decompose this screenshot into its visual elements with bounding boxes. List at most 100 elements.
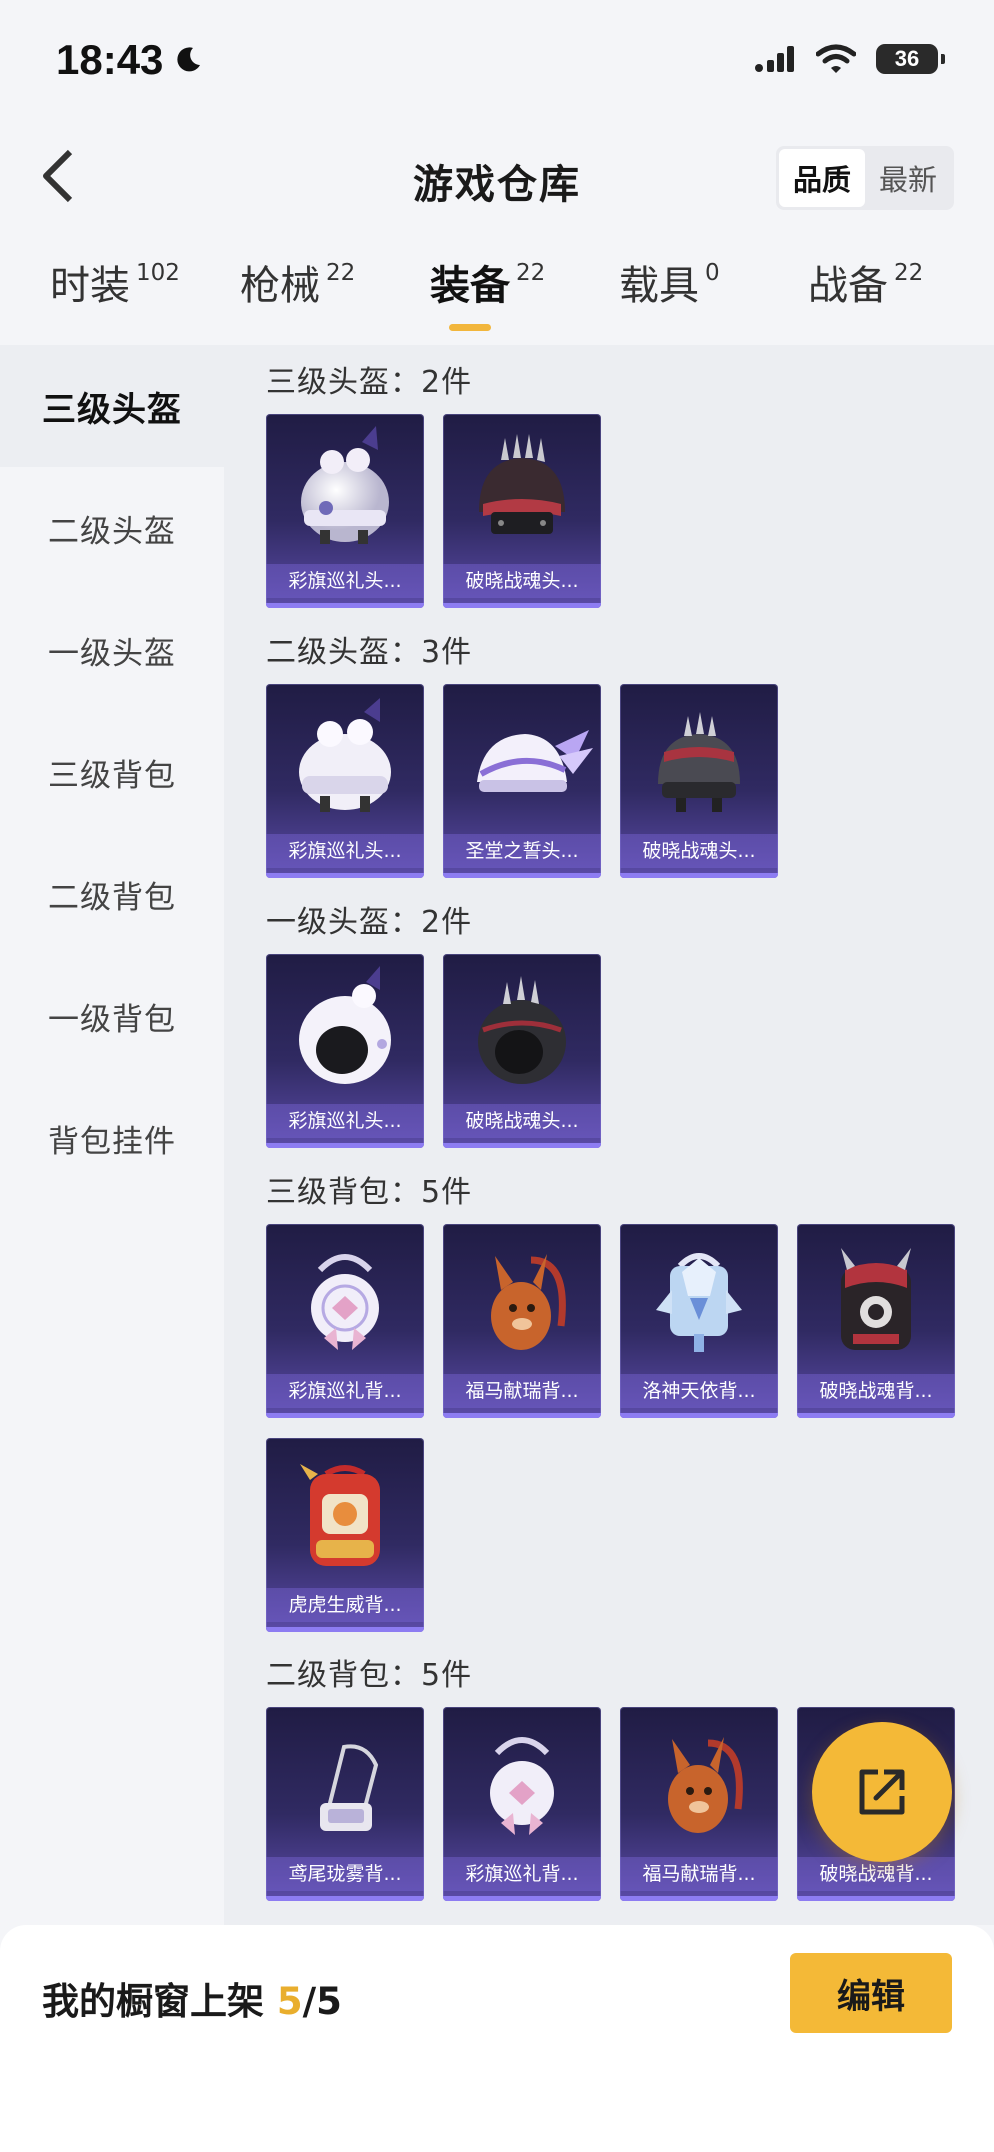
item-name: 彩旗巡礼背... (266, 1374, 424, 1408)
item-name: 彩旗巡礼头... (266, 1104, 424, 1138)
item-name: 虎虎生威背... (266, 1588, 424, 1622)
item-name: 破晓战魂背... (797, 1857, 955, 1891)
showcase-count: 5 (276, 1980, 303, 2023)
helmet-icon (479, 434, 565, 534)
item-name: 彩旗巡礼背... (443, 1857, 601, 1891)
item-card[interactable]: 破晓战魂头... (443, 414, 601, 608)
item-name: 破晓战魂头... (443, 564, 601, 598)
backpack-icon (841, 1248, 911, 1350)
item-name: 福马献瑞背... (443, 1374, 601, 1408)
backpack-icon (656, 1253, 742, 1352)
section-level3-helmet: 三级头盔：2件 彩旗巡礼头... 破晓战魂头... (266, 360, 966, 608)
item-card[interactable]: 破晓战魂背... (797, 1224, 955, 1418)
item-name: 彩旗巡礼头... (266, 564, 424, 598)
backpack-icon (311, 1254, 379, 1350)
sidebar-item-level1-backpack[interactable]: 一级背包 (0, 955, 224, 1077)
section-title: 二级背包：5件 (266, 1658, 473, 1693)
item-card[interactable]: 福马献瑞背... (620, 1707, 778, 1901)
tab-count: 22 (516, 260, 546, 286)
showcase-status: 我的橱窗上架 5/5 (42, 1971, 342, 2025)
section-title: 一级头盔：2件 (266, 905, 473, 940)
item-card[interactable]: 彩旗巡礼头... (266, 954, 424, 1148)
helmet-icon (658, 712, 740, 812)
section-title: 二级头盔：3件 (266, 635, 473, 670)
header: 游戏仓库 品质 最新 (0, 130, 994, 220)
sort-toggle: 品质 最新 (776, 146, 954, 210)
share-external-icon (859, 1769, 905, 1815)
tab-label: 枪械 (240, 263, 320, 309)
item-card[interactable]: 彩旗巡礼头... (266, 414, 424, 608)
item-name: 破晓战魂背... (797, 1374, 955, 1408)
item-card[interactable]: 圣堂之誓头... (443, 684, 601, 878)
backpack-icon (490, 1737, 554, 1835)
sidebar-item-level2-helmet[interactable]: 二级头盔 (0, 467, 224, 589)
section-title: 三级背包：5件 (266, 1175, 473, 1210)
helmet-icon (299, 698, 391, 812)
category-tabs: 时装 102 枪械 22 装备 22 载具 0 战备 22 (0, 248, 994, 338)
backpack-icon (491, 1254, 566, 1350)
backpack-icon (668, 1737, 743, 1833)
time-text: 18:43 (56, 36, 164, 83)
helmet-icon (477, 730, 593, 792)
tab-count: 22 (326, 260, 356, 286)
battery-indicator: 36 (876, 44, 945, 74)
tab-label: 装备 (430, 263, 510, 309)
sort-by-newest-button[interactable]: 最新 (865, 149, 951, 207)
cellular-signal-icon (755, 46, 794, 72)
item-card[interactable]: 彩旗巡礼背... (443, 1707, 601, 1901)
tab-count: 0 (705, 260, 720, 286)
item-grid: 彩旗巡礼头... 圣堂之誓头... 破晓战魂头... (266, 684, 966, 878)
sidebar-item-level3-backpack[interactable]: 三级背包 (0, 711, 224, 833)
section-level2-helmet: 二级头盔：3件 彩旗巡礼头... 圣堂之誓头... 破晓战魂头... (266, 630, 966, 878)
sidebar-item-backpack-charm[interactable]: 背包挂件 (0, 1077, 224, 1199)
tab-vehicles[interactable]: 载具 0 (619, 258, 720, 338)
bottom-bar: 我的橱窗上架 5/5 编辑 (0, 1925, 994, 2152)
item-card[interactable]: 虎虎生威背... (266, 1438, 424, 1632)
tab-firearms[interactable]: 枪械 22 (240, 258, 355, 338)
showcase-total: /5 (302, 1980, 342, 2023)
section-level1-helmet: 一级头盔：2件 彩旗巡礼头... 破晓战魂头... (266, 900, 966, 1148)
helmet-icon (478, 976, 566, 1084)
tab-count: 102 (136, 260, 180, 286)
tab-label: 战备 (808, 263, 888, 309)
item-grid: 彩旗巡礼头... 破晓战魂头... (266, 954, 966, 1148)
item-name: 彩旗巡礼头... (266, 834, 424, 868)
backpack-icon (300, 1464, 380, 1566)
item-list: 三级头盔：2件 彩旗巡礼头... 破晓战魂头... 二级头盔：3件 彩旗巡礼头.… (224, 345, 994, 1925)
backpack-icon (320, 1744, 379, 1831)
tab-supplies[interactable]: 战备 22 (808, 258, 923, 338)
sidebar-item-level3-helmet[interactable]: 三级头盔 (0, 345, 224, 467)
helmet-icon (301, 426, 389, 544)
item-card[interactable]: 洛神天依背... (620, 1224, 778, 1418)
section-title: 三级头盔：2件 (266, 365, 473, 400)
showcase-label: 我的橱窗上架 (42, 1980, 264, 2023)
status-bar: 18:43 36 (0, 0, 994, 120)
item-name: 破晓战魂头... (443, 1104, 601, 1138)
share-button[interactable] (812, 1722, 952, 1862)
item-card[interactable]: 鸢尾珑雾背... (266, 1707, 424, 1901)
active-tab-indicator (449, 324, 491, 331)
item-card[interactable]: 彩旗巡礼头... (266, 684, 424, 878)
sort-by-quality-button[interactable]: 品质 (779, 149, 865, 207)
item-card[interactable]: 彩旗巡礼背... (266, 1224, 424, 1418)
edit-button[interactable]: 编辑 (790, 1953, 952, 2033)
item-name: 洛神天依背... (620, 1374, 778, 1408)
tab-label: 载具 (619, 263, 699, 309)
tab-count: 22 (894, 260, 924, 286)
item-card[interactable]: 破晓战魂头... (620, 684, 778, 878)
tab-label: 时装 (50, 263, 130, 309)
tab-fashion[interactable]: 时装 102 (50, 258, 180, 338)
sidebar-item-level1-helmet[interactable]: 一级头盔 (0, 589, 224, 711)
item-name: 圣堂之誓头... (443, 834, 601, 868)
status-icons: 36 (754, 44, 945, 74)
item-grid: 彩旗巡礼背... 福马献瑞背... 洛神天依背... 破晓战魂背... 虎虎生威… (266, 1224, 966, 1632)
item-name: 鸢尾珑雾背... (266, 1857, 424, 1891)
helmet-icon (299, 966, 391, 1084)
item-card[interactable]: 破晓战魂头... (443, 954, 601, 1148)
sidebar-item-level2-backpack[interactable]: 二级背包 (0, 833, 224, 955)
item-name: 破晓战魂头... (620, 834, 778, 868)
item-grid: 彩旗巡礼头... 破晓战魂头... (266, 414, 966, 608)
status-time: 18:43 (56, 36, 203, 84)
item-card[interactable]: 福马献瑞背... (443, 1224, 601, 1418)
sidebar: 三级头盔 二级头盔 一级头盔 三级背包 二级背包 一级背包 背包挂件 (0, 345, 224, 1925)
